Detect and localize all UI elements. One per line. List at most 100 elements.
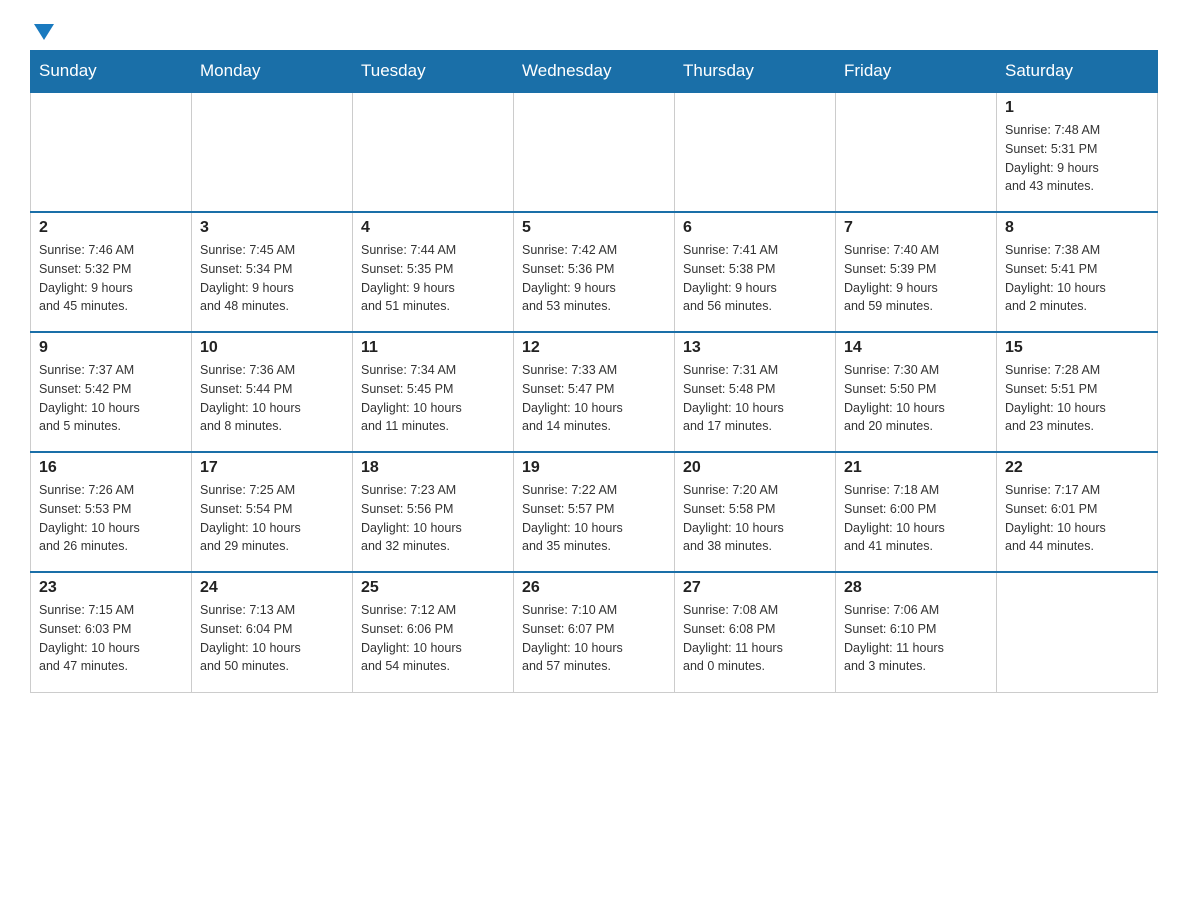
day-number: 17 xyxy=(200,459,344,477)
calendar-day-cell: 1 Sunrise: 7:48 AMSunset: 5:31 PMDaylight… xyxy=(997,92,1158,212)
day-of-week-header: Monday xyxy=(192,51,353,93)
calendar-day-cell: 8 Sunrise: 7:38 AMSunset: 5:41 PMDaylight… xyxy=(997,212,1158,332)
calendar-day-cell: 28 Sunrise: 7:06 AMSunset: 6:10 PMDayligh… xyxy=(836,572,997,692)
calendar-day-cell: 10 Sunrise: 7:36 AMSunset: 5:44 PMDayligh… xyxy=(192,332,353,452)
calendar-week-row: 1 Sunrise: 7:48 AMSunset: 5:31 PMDaylight… xyxy=(31,92,1158,212)
calendar-day-cell: 23 Sunrise: 7:15 AMSunset: 6:03 PMDayligh… xyxy=(31,572,192,692)
calendar-day-cell: 24 Sunrise: 7:13 AMSunset: 6:04 PMDayligh… xyxy=(192,572,353,692)
day-number: 27 xyxy=(683,579,827,597)
day-number: 19 xyxy=(522,459,666,477)
day-info: Sunrise: 7:08 AMSunset: 6:08 PMDaylight:… xyxy=(683,601,827,676)
logo xyxy=(30,20,54,40)
day-of-week-header: Wednesday xyxy=(514,51,675,93)
day-number: 23 xyxy=(39,579,183,597)
calendar-day-cell: 6 Sunrise: 7:41 AMSunset: 5:38 PMDaylight… xyxy=(675,212,836,332)
day-info: Sunrise: 7:13 AMSunset: 6:04 PMDaylight:… xyxy=(200,601,344,676)
day-of-week-header: Sunday xyxy=(31,51,192,93)
day-info: Sunrise: 7:20 AMSunset: 5:58 PMDaylight:… xyxy=(683,481,827,556)
day-info: Sunrise: 7:15 AMSunset: 6:03 PMDaylight:… xyxy=(39,601,183,676)
calendar-day-cell xyxy=(31,92,192,212)
calendar-day-cell: 16 Sunrise: 7:26 AMSunset: 5:53 PMDayligh… xyxy=(31,452,192,572)
calendar-day-cell: 12 Sunrise: 7:33 AMSunset: 5:47 PMDayligh… xyxy=(514,332,675,452)
day-number: 22 xyxy=(1005,459,1149,477)
calendar-day-cell: 15 Sunrise: 7:28 AMSunset: 5:51 PMDayligh… xyxy=(997,332,1158,452)
day-info: Sunrise: 7:42 AMSunset: 5:36 PMDaylight:… xyxy=(522,241,666,316)
day-info: Sunrise: 7:38 AMSunset: 5:41 PMDaylight:… xyxy=(1005,241,1149,316)
day-number: 8 xyxy=(1005,219,1149,237)
day-number: 1 xyxy=(1005,99,1149,117)
day-number: 16 xyxy=(39,459,183,477)
day-info: Sunrise: 7:30 AMSunset: 5:50 PMDaylight:… xyxy=(844,361,988,436)
calendar-day-cell: 14 Sunrise: 7:30 AMSunset: 5:50 PMDayligh… xyxy=(836,332,997,452)
calendar-day-cell: 21 Sunrise: 7:18 AMSunset: 6:00 PMDayligh… xyxy=(836,452,997,572)
day-info: Sunrise: 7:22 AMSunset: 5:57 PMDaylight:… xyxy=(522,481,666,556)
day-number: 28 xyxy=(844,579,988,597)
day-number: 15 xyxy=(1005,339,1149,357)
day-info: Sunrise: 7:40 AMSunset: 5:39 PMDaylight:… xyxy=(844,241,988,316)
day-info: Sunrise: 7:33 AMSunset: 5:47 PMDaylight:… xyxy=(522,361,666,436)
day-number: 18 xyxy=(361,459,505,477)
calendar-day-cell: 25Sunrise: 7:12 AMSunset: 6:06 PMDayligh… xyxy=(353,572,514,692)
calendar-day-cell: 5Sunrise: 7:42 AMSunset: 5:36 PMDaylight… xyxy=(514,212,675,332)
day-info: Sunrise: 7:25 AMSunset: 5:54 PMDaylight:… xyxy=(200,481,344,556)
calendar-week-row: 9 Sunrise: 7:37 AMSunset: 5:42 PMDaylight… xyxy=(31,332,1158,452)
calendar-day-cell xyxy=(836,92,997,212)
day-info: Sunrise: 7:48 AMSunset: 5:31 PMDaylight:… xyxy=(1005,121,1149,196)
day-of-week-header: Thursday xyxy=(675,51,836,93)
day-info: Sunrise: 7:23 AMSunset: 5:56 PMDaylight:… xyxy=(361,481,505,556)
calendar-day-cell: 18 Sunrise: 7:23 AMSunset: 5:56 PMDayligh… xyxy=(353,452,514,572)
day-number: 20 xyxy=(683,459,827,477)
day-number: 11 xyxy=(361,339,505,357)
calendar-week-row: 23 Sunrise: 7:15 AMSunset: 6:03 PMDayligh… xyxy=(31,572,1158,692)
day-info: Sunrise: 7:44 AMSunset: 5:35 PMDaylight:… xyxy=(361,241,505,316)
day-info: Sunrise: 7:37 AMSunset: 5:42 PMDaylight:… xyxy=(39,361,183,436)
calendar-day-cell: 3 Sunrise: 7:45 AMSunset: 5:34 PMDaylight… xyxy=(192,212,353,332)
day-number: 3 xyxy=(200,219,344,237)
day-info: Sunrise: 7:10 AMSunset: 6:07 PMDaylight:… xyxy=(522,601,666,676)
calendar-day-cell: 27 Sunrise: 7:08 AMSunset: 6:08 PMDayligh… xyxy=(675,572,836,692)
day-info: Sunrise: 7:18 AMSunset: 6:00 PMDaylight:… xyxy=(844,481,988,556)
calendar-day-cell: 11 Sunrise: 7:34 AMSunset: 5:45 PMDayligh… xyxy=(353,332,514,452)
day-number: 9 xyxy=(39,339,183,357)
day-info: Sunrise: 7:26 AMSunset: 5:53 PMDaylight:… xyxy=(39,481,183,556)
day-info: Sunrise: 7:36 AMSunset: 5:44 PMDaylight:… xyxy=(200,361,344,436)
calendar-day-cell xyxy=(675,92,836,212)
day-number: 10 xyxy=(200,339,344,357)
page-header xyxy=(30,20,1158,40)
day-number: 14 xyxy=(844,339,988,357)
calendar-day-cell: 13 Sunrise: 7:31 AMSunset: 5:48 PMDayligh… xyxy=(675,332,836,452)
calendar-day-cell xyxy=(997,572,1158,692)
day-info: Sunrise: 7:17 AMSunset: 6:01 PMDaylight:… xyxy=(1005,481,1149,556)
day-info: Sunrise: 7:12 AMSunset: 6:06 PMDaylight:… xyxy=(361,601,505,676)
calendar-day-cell: 7 Sunrise: 7:40 AMSunset: 5:39 PMDaylight… xyxy=(836,212,997,332)
day-number: 12 xyxy=(522,339,666,357)
calendar-day-cell xyxy=(192,92,353,212)
day-info: Sunrise: 7:45 AMSunset: 5:34 PMDaylight:… xyxy=(200,241,344,316)
calendar-day-cell: 22 Sunrise: 7:17 AMSunset: 6:01 PMDayligh… xyxy=(997,452,1158,572)
day-number: 24 xyxy=(200,579,344,597)
day-number: 26 xyxy=(522,579,666,597)
calendar-day-cell: 9 Sunrise: 7:37 AMSunset: 5:42 PMDaylight… xyxy=(31,332,192,452)
calendar-day-cell: 26 Sunrise: 7:10 AMSunset: 6:07 PMDayligh… xyxy=(514,572,675,692)
calendar-day-cell: 17 Sunrise: 7:25 AMSunset: 5:54 PMDayligh… xyxy=(192,452,353,572)
calendar-table: SundayMondayTuesdayWednesdayThursdayFrid… xyxy=(30,50,1158,693)
day-number: 21 xyxy=(844,459,988,477)
day-info: Sunrise: 7:31 AMSunset: 5:48 PMDaylight:… xyxy=(683,361,827,436)
day-info: Sunrise: 7:34 AMSunset: 5:45 PMDaylight:… xyxy=(361,361,505,436)
day-number: 6 xyxy=(683,219,827,237)
calendar-day-cell xyxy=(353,92,514,212)
calendar-week-row: 16 Sunrise: 7:26 AMSunset: 5:53 PMDayligh… xyxy=(31,452,1158,572)
day-info: Sunrise: 7:41 AMSunset: 5:38 PMDaylight:… xyxy=(683,241,827,316)
day-of-week-header: Tuesday xyxy=(353,51,514,93)
day-info: Sunrise: 7:28 AMSunset: 5:51 PMDaylight:… xyxy=(1005,361,1149,436)
day-info: Sunrise: 7:06 AMSunset: 6:10 PMDaylight:… xyxy=(844,601,988,676)
day-number: 2 xyxy=(39,219,183,237)
calendar-day-cell: 2Sunrise: 7:46 AMSunset: 5:32 PMDaylight… xyxy=(31,212,192,332)
logo-triangle-icon xyxy=(34,24,54,40)
calendar-day-cell: 4 Sunrise: 7:44 AMSunset: 5:35 PMDaylight… xyxy=(353,212,514,332)
calendar-day-cell: 19 Sunrise: 7:22 AMSunset: 5:57 PMDayligh… xyxy=(514,452,675,572)
day-number: 7 xyxy=(844,219,988,237)
day-number: 4 xyxy=(361,219,505,237)
calendar-header-row: SundayMondayTuesdayWednesdayThursdayFrid… xyxy=(31,51,1158,93)
day-number: 13 xyxy=(683,339,827,357)
